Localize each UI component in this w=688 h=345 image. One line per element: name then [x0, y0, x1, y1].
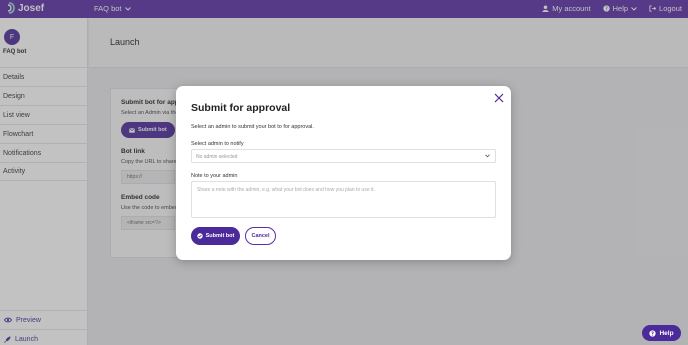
cancel-button[interactable]: Cancel	[245, 227, 276, 245]
check-circle-icon	[196, 233, 203, 239]
submit-bot-button[interactable]: Submit bot	[191, 227, 240, 245]
admin-select[interactable]: No admin selected	[191, 149, 496, 163]
help-circle-icon: ?	[649, 329, 657, 337]
modal-description: Select an admin to submit your bot to fo…	[191, 124, 314, 130]
svg-text:?: ?	[652, 331, 655, 337]
close-icon[interactable]	[494, 93, 504, 103]
help-chat-label: Help	[659, 329, 674, 337]
modal-title: Submit for approval	[191, 102, 291, 114]
help-chat-button[interactable]: ? Help	[642, 325, 681, 341]
note-label: Note to your admin	[191, 173, 238, 179]
chevron-down-icon	[485, 154, 490, 158]
note-textarea[interactable]: Share a note with the admin, e.g. what y…	[191, 181, 496, 218]
admin-select-label: Select admin to notify	[191, 141, 244, 147]
submit-bot-label: Submit bot	[205, 233, 235, 239]
submit-approval-modal: Submit for approval Select an admin to s…	[176, 86, 511, 260]
admin-select-value: No admin selected	[196, 154, 238, 160]
